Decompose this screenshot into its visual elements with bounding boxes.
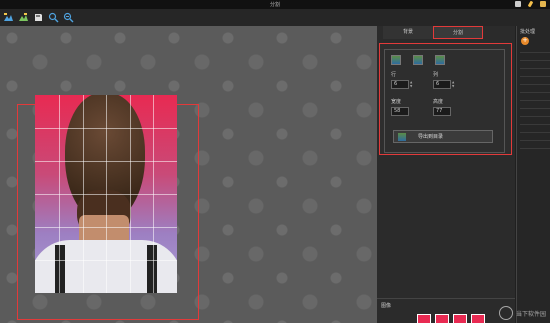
add-icon[interactable]: + bbox=[521, 37, 529, 45]
tab-split[interactable]: 分割 bbox=[433, 26, 483, 39]
cols-stepper[interactable]: ▲ ▼ bbox=[452, 80, 456, 89]
open-image-icon[interactable] bbox=[3, 12, 14, 23]
export-to-folder-button[interactable]: 导出到目录 bbox=[393, 130, 493, 143]
width-label: 宽度 bbox=[391, 99, 402, 105]
split-mode-icon[interactable] bbox=[435, 55, 445, 65]
image-strip: 图像 bbox=[377, 298, 515, 323]
cols-label: 列 bbox=[433, 72, 439, 78]
split-gridline bbox=[35, 128, 177, 129]
width-input[interactable]: 58 bbox=[391, 107, 409, 116]
split-settings-panel: 行 6 ▲ ▼ 列 6 ▲ ▼ 宽度 58 高度 77 导出到目录 bbox=[379, 43, 512, 155]
file-icon[interactable] bbox=[515, 1, 521, 7]
title-bar: 分割 bbox=[0, 0, 550, 9]
toolbar bbox=[0, 9, 550, 26]
split-gridline bbox=[35, 260, 177, 261]
image-thumbnail[interactable] bbox=[435, 314, 449, 323]
pen-icon[interactable] bbox=[527, 0, 534, 8]
zoom-out-icon[interactable] bbox=[63, 12, 74, 23]
settings-sidebar: 背景 分割 行 6 ▲ ▼ 列 6 ▲ ▼ 宽度 58 高度 77 导出到目录 bbox=[377, 26, 515, 323]
height-label: 高度 bbox=[433, 99, 444, 105]
split-gridline bbox=[35, 227, 177, 228]
window-title: 分割 bbox=[269, 2, 280, 8]
split-gridline bbox=[35, 194, 177, 195]
height-input[interactable]: 77 bbox=[433, 107, 451, 116]
image-thumbnail[interactable] bbox=[453, 314, 467, 323]
batch-panel: 批处理 + bbox=[516, 26, 550, 323]
watermark: 当下软件园 bbox=[498, 306, 546, 320]
rows-input[interactable]: 6 bbox=[391, 80, 409, 89]
batch-panel-title: 批处理 bbox=[520, 29, 536, 35]
rows-label: 行 bbox=[391, 72, 397, 78]
export-icon bbox=[398, 132, 406, 141]
rows-stepper[interactable]: ▲ ▼ bbox=[410, 80, 414, 89]
zoom-in-icon[interactable] bbox=[48, 12, 59, 23]
recent-image-icon[interactable] bbox=[18, 12, 29, 23]
split-gridline bbox=[35, 161, 177, 162]
watermark-logo-icon bbox=[498, 306, 513, 320]
photo-preview[interactable] bbox=[35, 95, 177, 293]
app-window: 分割 背景 分割 行 6 ▲ ▼ 列 6 ▲ ▼ 宽度 58 高度 77 导出到… bbox=[0, 0, 550, 323]
split-mode-icon[interactable] bbox=[391, 55, 401, 65]
folder-icon[interactable] bbox=[540, 1, 546, 7]
image-thumbnail[interactable] bbox=[417, 314, 431, 323]
tab-background[interactable]: 背景 bbox=[383, 26, 433, 39]
save-icon[interactable] bbox=[33, 12, 44, 23]
cols-input[interactable]: 6 bbox=[433, 80, 451, 89]
image-strip-label: 图像 bbox=[381, 303, 392, 309]
split-mode-icon[interactable] bbox=[413, 55, 423, 65]
image-thumbnail[interactable] bbox=[471, 314, 485, 323]
